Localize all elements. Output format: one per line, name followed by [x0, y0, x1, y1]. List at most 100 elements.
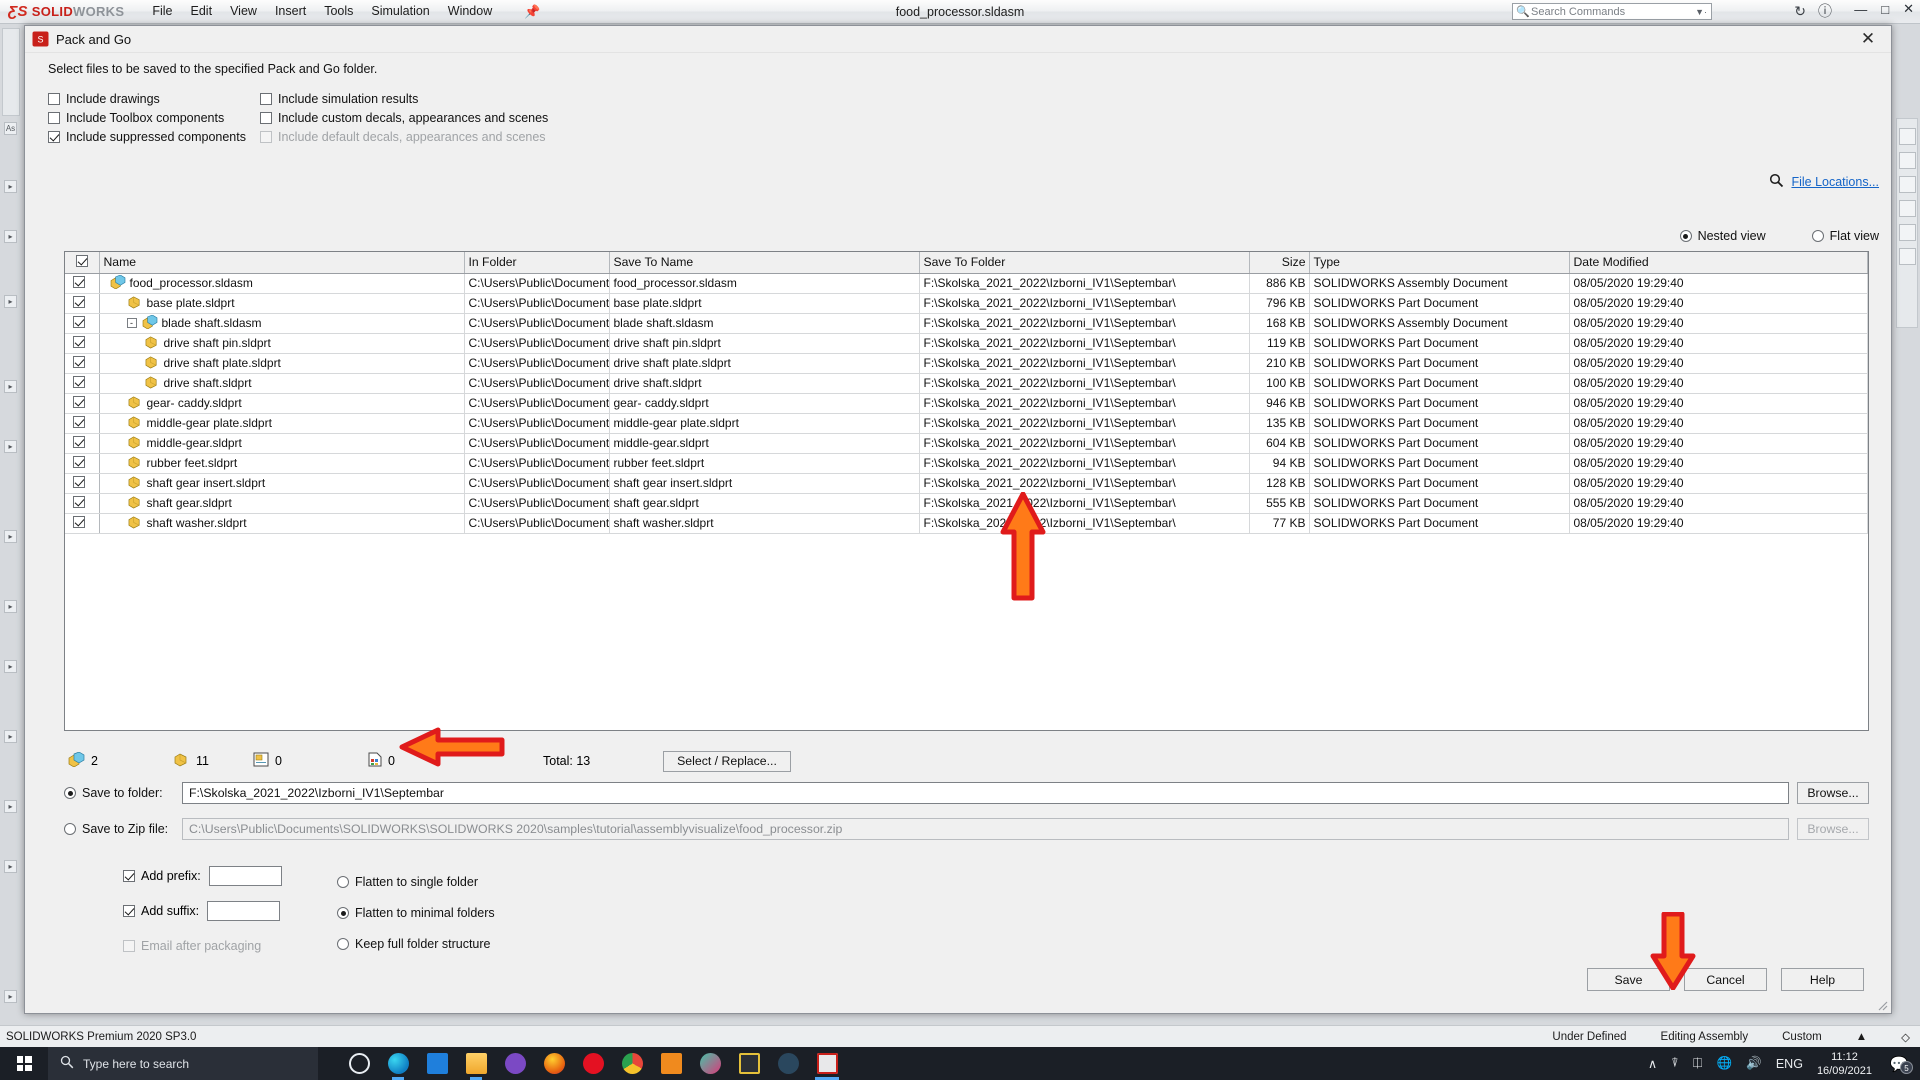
task-pane-explorer-icon[interactable]	[1899, 176, 1916, 193]
volume-icon[interactable]: 🔊	[1746, 1056, 1762, 1071]
option-add-suffix[interactable]: Add suffix:	[123, 900, 282, 922]
status-custom-units[interactable]: Custom	[1782, 1031, 1822, 1043]
row-checkbox[interactable]	[72, 455, 85, 468]
task-pane-home-icon[interactable]	[1899, 128, 1916, 145]
status-shaded-icon[interactable]: ◇	[1901, 1030, 1910, 1044]
radio-flat-view[interactable]: Flat view	[1811, 229, 1879, 243]
left-tab-panel-5[interactable]: ▸	[4, 530, 17, 543]
row-checkbox[interactable]	[72, 395, 85, 408]
left-tab-panel-9[interactable]: ▸	[4, 800, 17, 813]
left-tab-assembly[interactable]: As	[4, 122, 17, 135]
menu-item-view[interactable]: View	[230, 4, 257, 20]
select-all-checkbox[interactable]	[75, 254, 88, 267]
pin-icon[interactable]: 📌	[524, 4, 540, 20]
row-checkbox[interactable]	[72, 415, 85, 428]
radio-keep-full-structure[interactable]: Keep full folder structure	[337, 933, 495, 955]
checkbox-box-toolbox[interactable]	[48, 111, 60, 124]
app-close-icon[interactable]: ✕	[1903, 1, 1914, 17]
column-header-in-folder[interactable]: In Folder	[464, 252, 610, 274]
add-suffix-input[interactable]	[207, 901, 281, 921]
option-add-prefix[interactable]: Add prefix:	[123, 865, 282, 887]
table-row[interactable]: food_processor.sldasm C:\Users\Public\Doc…	[65, 273, 1868, 294]
microsoft-edge-icon[interactable]	[381, 1047, 415, 1080]
opera-icon[interactable]	[576, 1047, 610, 1080]
checkbox-box-simulation[interactable]	[260, 92, 272, 105]
table-row[interactable]: - blade shaft.sldasm C:\Users\Public\Docum…	[65, 313, 1868, 334]
mail-icon[interactable]	[420, 1047, 454, 1080]
radio-save-to-folder[interactable]: Save to folder:	[64, 786, 182, 800]
row-checkbox[interactable]	[72, 495, 85, 508]
column-header-save-to-name[interactable]: Save To Name	[609, 252, 920, 274]
radio-box-save-to-folder[interactable]	[64, 787, 76, 799]
row-checkbox-cell[interactable]	[65, 513, 100, 534]
radio-box-keep-full[interactable]	[337, 938, 349, 950]
row-checkbox[interactable]	[72, 435, 85, 448]
radio-box-flatten-minimal[interactable]	[337, 907, 349, 919]
column-header-date-modified[interactable]: Date Modified	[1569, 252, 1868, 274]
menu-item-tools[interactable]: Tools	[324, 4, 353, 20]
checkbox-include-toolbox[interactable]: Include Toolbox components	[48, 108, 246, 127]
select-replace-button[interactable]: Select / Replace...	[663, 750, 791, 772]
left-tab-panel-3[interactable]: ▸	[4, 380, 17, 393]
row-checkbox-cell[interactable]	[65, 313, 100, 334]
google-chrome-icon[interactable]	[615, 1047, 649, 1080]
checkbox-include-custom-decals[interactable]: Include custom decals, appearances and s…	[260, 108, 548, 127]
radio-flatten-single-folder[interactable]: Flatten to single folder	[337, 871, 495, 893]
checkbox-box-add-prefix[interactable]	[123, 870, 135, 882]
checkbox-include-simulation[interactable]: Include simulation results	[260, 89, 548, 108]
menu-item-insert[interactable]: Insert	[275, 4, 306, 20]
row-checkbox[interactable]	[72, 355, 85, 368]
table-row[interactable]: middle-gear plate.sldprt C:\Users\Public\…	[65, 413, 1868, 434]
radio-nested-view[interactable]: Nested view	[1679, 229, 1766, 243]
file-locations-link[interactable]: File Locations...	[1791, 175, 1879, 189]
taskbar-clock[interactable]: 11:12 16/09/2021	[1817, 1050, 1872, 1078]
left-tab-tree[interactable]: ▸	[4, 180, 17, 193]
bluetooth-icon[interactable]: ⎅	[1693, 1056, 1703, 1071]
expander-icon[interactable]: -	[126, 318, 137, 328]
file-explorer-icon[interactable]	[459, 1047, 493, 1080]
checkbox-include-drawings[interactable]: Include drawings	[48, 89, 246, 108]
status-chevron-up-icon[interactable]: ▲	[1856, 1031, 1867, 1043]
radio-box-flat-view[interactable]	[1811, 230, 1824, 242]
save-button[interactable]: Save	[1587, 968, 1670, 991]
viber-icon[interactable]	[498, 1047, 532, 1080]
menu-item-file[interactable]: File	[152, 4, 172, 20]
column-header-size[interactable]: Size	[1249, 252, 1310, 274]
row-checkbox[interactable]	[72, 515, 85, 528]
select-all-checkbox-header[interactable]	[65, 252, 100, 274]
refresh-icon[interactable]: ↻	[1794, 3, 1806, 20]
help-icon[interactable]: ⓘ	[1818, 1, 1832, 21]
firefox-icon[interactable]	[537, 1047, 571, 1080]
row-checkbox-cell[interactable]	[65, 373, 100, 394]
menu-item-edit[interactable]: Edit	[191, 4, 213, 20]
column-header-type[interactable]: Type	[1309, 252, 1570, 274]
close-icon[interactable]: ✕	[1847, 26, 1889, 52]
task-pane-library-icon[interactable]	[1899, 152, 1916, 169]
checkbox-box-drawings[interactable]	[48, 92, 60, 105]
minimize-icon[interactable]: —	[1854, 2, 1867, 17]
row-checkbox[interactable]	[72, 475, 85, 488]
left-tab-panel-2[interactable]: ▸	[4, 295, 17, 308]
table-row[interactable]: shaft washer.sldprt C:\Users\Public\Docum…	[65, 513, 1868, 534]
cortana-icon[interactable]	[342, 1047, 376, 1080]
row-checkbox[interactable]	[72, 295, 85, 308]
row-checkbox[interactable]	[72, 375, 85, 388]
radio-box-nested-view[interactable]	[1679, 230, 1692, 242]
table-row[interactable]: gear- caddy.sldprt C:\Users\Public\Docume…	[65, 393, 1868, 414]
left-tab-panel-7[interactable]: ▸	[4, 660, 17, 673]
row-checkbox[interactable]	[72, 335, 85, 348]
save-to-folder-input[interactable]: F:\Skolska_2021_2022\Izborni_IV1\Septemb…	[182, 782, 1789, 804]
windows-start-icon[interactable]	[0, 1047, 48, 1080]
radio-box-save-to-zip[interactable]	[64, 823, 76, 835]
sublime-text-icon[interactable]	[732, 1047, 766, 1080]
table-row[interactable]: middle-gear.sldprt C:\Users\Public\Docume…	[65, 433, 1868, 454]
column-header-name[interactable]: Name	[99, 252, 465, 274]
checkbox-box-suppressed[interactable]	[48, 130, 60, 143]
left-tab-panel-10[interactable]: ▸	[4, 860, 17, 873]
checkbox-box-custom-decals[interactable]	[260, 111, 272, 124]
left-tab-panel-4[interactable]: ▸	[4, 440, 17, 453]
row-checkbox-cell[interactable]	[65, 473, 100, 494]
radio-box-flatten-single[interactable]	[337, 876, 349, 888]
task-pane-appearance-icon[interactable]	[1899, 224, 1916, 241]
row-checkbox-cell[interactable]	[65, 333, 100, 354]
